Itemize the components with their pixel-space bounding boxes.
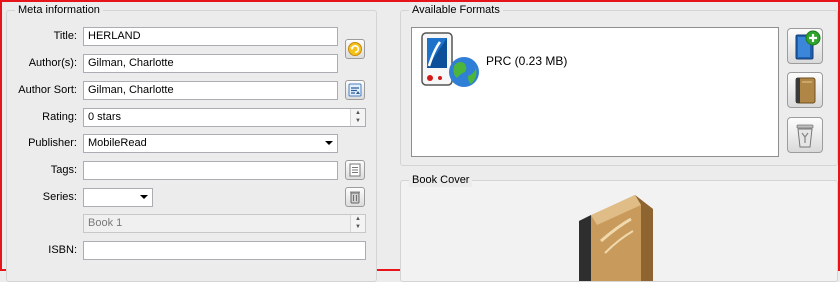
series-combobox[interactable] — [83, 188, 153, 207]
spin-up-icon[interactable]: ▲ — [351, 109, 365, 117]
tag-list-icon — [349, 163, 361, 177]
auto-author-sort-button[interactable] — [345, 80, 365, 100]
chevron-down-icon — [325, 141, 333, 145]
swap-icon — [348, 42, 362, 56]
formats-group-title: Available Formats — [409, 3, 503, 17]
series-index-value: Book 1 — [88, 217, 123, 229]
sort-icon — [348, 83, 362, 97]
ebook-reader-globe-icon — [421, 32, 479, 87]
book-cover-icon[interactable] — [557, 191, 667, 281]
edit-tags-button[interactable] — [345, 160, 365, 180]
authors-input[interactable]: Gilman, Charlotte — [83, 54, 338, 73]
meta-group-title: Meta information — [15, 3, 103, 17]
publisher-label: Publisher: — [28, 137, 77, 149]
rating-value: 0 stars — [88, 111, 122, 123]
formats-list[interactable]: PRC (0.23 MB) — [411, 27, 779, 157]
add-format-icon — [795, 30, 821, 60]
list-item[interactable]: PRC (0.23 MB) — [412, 28, 778, 92]
add-format-button[interactable] — [787, 28, 823, 64]
chevron-down-icon — [140, 195, 148, 199]
swap-title-author-button[interactable] — [345, 39, 365, 59]
publisher-combobox[interactable]: MobileRead — [83, 134, 338, 153]
rating-spinbox[interactable]: 0 stars ▲ ▼ — [83, 108, 366, 127]
series-index-spin-buttons[interactable]: ▲ ▼ — [350, 215, 365, 232]
isbn-input[interactable] — [83, 241, 366, 260]
format-label: PRC (0.23 MB) — [486, 54, 568, 68]
available-formats-group: Available Formats PRC (0.23 MB) — [400, 3, 838, 166]
rating-label: Rating: — [42, 111, 77, 123]
recycle-bin-icon — [796, 124, 814, 148]
remove-format-button[interactable] — [787, 117, 823, 153]
series-label: Series: — [42, 191, 77, 203]
spin-up-icon[interactable]: ▲ — [351, 215, 365, 223]
rating-spin-buttons[interactable]: ▲ ▼ — [350, 109, 365, 126]
isbn-label: ISBN: — [48, 244, 77, 256]
title-input[interactable]: HERLAND — [83, 27, 338, 46]
view-format-button[interactable] — [787, 72, 823, 108]
author-sort-input[interactable]: Gilman, Charlotte — [83, 81, 338, 100]
series-index-spinbox[interactable]: Book 1 ▲ ▼ — [83, 214, 366, 233]
meta-information-group: Meta information Title: HERLAND Author(s… — [6, 3, 377, 282]
publisher-value: MobileRead — [88, 137, 147, 149]
tags-label: Tags: — [50, 164, 77, 176]
authors-label: Author(s): — [28, 57, 77, 69]
author-sort-label: Author Sort: — [18, 84, 77, 96]
book-cover-group: Book Cover — [400, 173, 838, 282]
title-label: Title: — [53, 30, 77, 42]
spin-down-icon[interactable]: ▼ — [351, 223, 365, 231]
trash-icon — [350, 191, 360, 204]
book-icon — [795, 77, 816, 104]
spin-down-icon[interactable]: ▼ — [351, 117, 365, 125]
tags-input[interactable] — [83, 161, 338, 180]
cover-group-title: Book Cover — [409, 173, 473, 187]
remove-series-button[interactable] — [345, 187, 365, 207]
